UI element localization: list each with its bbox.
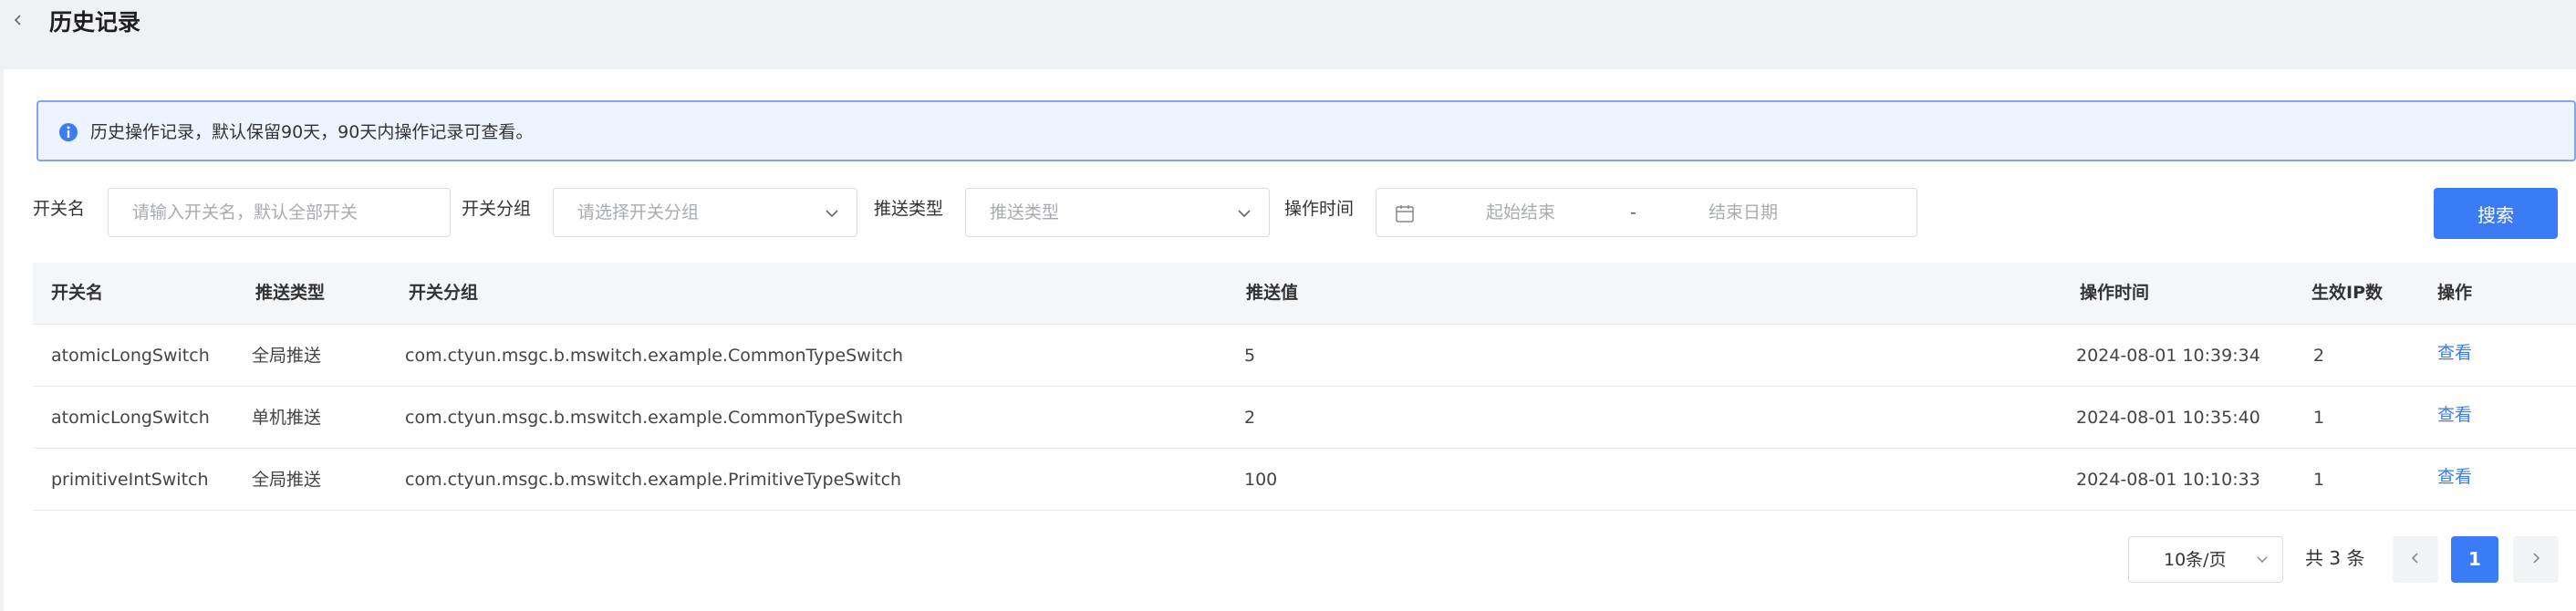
table-header: 开关名 推送类型 开关分组 推送值 操作时间 生效IP数 操作 xyxy=(33,263,2576,325)
cell-time: 2024-08-01 10:35:40 xyxy=(2076,408,2260,428)
cell-value: 100 xyxy=(1244,470,1278,490)
chevron-left-icon[interactable] xyxy=(11,13,26,27)
push-type-label: 推送类型 xyxy=(874,199,944,219)
push-type-select[interactable]: 推送类型 xyxy=(965,188,1270,237)
page-size-value: 10条/页 xyxy=(2164,550,2227,570)
cell-switch-name: primitiveIntSwitch xyxy=(51,470,209,490)
view-link[interactable]: 查看 xyxy=(2437,465,2472,489)
page-size-select[interactable]: 10条/页 xyxy=(2128,536,2283,583)
time-label: 操作时间 xyxy=(1284,199,1355,219)
col-action: 操作 xyxy=(2437,283,2473,303)
cell-push-type: 全局推送 xyxy=(252,470,322,490)
cell-ip-count: 2 xyxy=(2313,346,2325,366)
main-card: 历史操作记录，默认保留90天，90天内操作记录可查看。 开关名 请输入开关名，默… xyxy=(4,69,2576,611)
cell-time: 2024-08-01 10:39:34 xyxy=(2076,346,2260,366)
table-row: primitiveIntSwitch 全局推送 com.ctyun.msgc.b… xyxy=(33,449,2576,511)
total-count: 共 3 条 xyxy=(2305,547,2365,569)
end-date-placeholder[interactable]: 结束日期 xyxy=(1709,201,1778,224)
cell-value: 2 xyxy=(1244,408,1256,428)
cell-ip-count: 1 xyxy=(2313,470,2325,490)
cell-push-type: 单机推送 xyxy=(252,408,322,428)
group-select[interactable]: 请选择开关分组 xyxy=(553,188,857,237)
table-row: atomicLongSwitch 全局推送 com.ctyun.msgc.b.m… xyxy=(33,325,2576,387)
col-push-type: 推送类型 xyxy=(255,283,326,303)
info-icon xyxy=(59,123,78,141)
cell-time: 2024-08-01 10:10:33 xyxy=(2076,470,2260,490)
col-switch-name: 开关名 xyxy=(51,283,104,303)
page-title: 历史记录 xyxy=(49,9,141,36)
chevron-down-icon xyxy=(1238,210,1251,218)
chevron-down-icon xyxy=(2257,556,2268,564)
cell-group: com.ctyun.msgc.b.mswitch.example.Primiti… xyxy=(405,470,902,490)
cell-ip-count: 1 xyxy=(2313,408,2325,428)
push-type-placeholder: 推送类型 xyxy=(990,202,1060,223)
next-page-button[interactable] xyxy=(2513,536,2559,583)
col-value: 推送值 xyxy=(1246,283,1299,303)
cell-group: com.ctyun.msgc.b.mswitch.example.CommonT… xyxy=(405,408,903,428)
cell-group: com.ctyun.msgc.b.mswitch.example.CommonT… xyxy=(405,346,903,366)
switch-name-input[interactable]: 请输入开关名，默认全部开关 xyxy=(108,188,451,237)
group-label: 开关分组 xyxy=(462,199,532,219)
switch-name-placeholder: 请输入开关名，默认全部开关 xyxy=(132,202,358,223)
group-placeholder: 请选择开关分组 xyxy=(577,202,700,223)
chevron-right-icon xyxy=(2533,553,2540,564)
view-link[interactable]: 查看 xyxy=(2437,403,2472,427)
prev-page-button[interactable] xyxy=(2393,536,2438,583)
start-date-placeholder[interactable]: 起始结束 xyxy=(1486,201,1555,224)
cell-value: 5 xyxy=(1244,346,1256,366)
page-header: 历史记录 xyxy=(0,0,2576,69)
table-row: atomicLongSwitch 单机推送 com.ctyun.msgc.b.m… xyxy=(33,387,2576,449)
chevron-down-icon xyxy=(826,210,838,218)
page-1-button[interactable]: 1 xyxy=(2451,536,2498,583)
cell-switch-name: atomicLongSwitch xyxy=(51,408,210,428)
date-range-separator: - xyxy=(1630,202,1636,223)
calendar-icon xyxy=(1396,205,1414,223)
col-time: 操作时间 xyxy=(2080,283,2150,303)
cell-push-type: 全局推送 xyxy=(252,346,322,366)
col-ip-count: 生效IP数 xyxy=(2311,283,2383,303)
col-group: 开关分组 xyxy=(409,283,479,303)
chevron-left-icon xyxy=(2411,553,2418,564)
cell-switch-name: atomicLongSwitch xyxy=(51,346,210,366)
info-alert: 历史操作记录，默认保留90天，90天内操作记录可查看。 xyxy=(36,100,2576,161)
switch-name-label: 开关名 xyxy=(33,199,86,219)
alert-text: 历史操作记录，默认保留90天，90天内操作记录可查看。 xyxy=(90,122,534,142)
search-button[interactable]: 搜索 xyxy=(2434,188,2558,239)
date-range-picker[interactable]: 起始结束 - 结束日期 xyxy=(1376,188,1917,237)
view-link[interactable]: 查看 xyxy=(2437,341,2472,365)
